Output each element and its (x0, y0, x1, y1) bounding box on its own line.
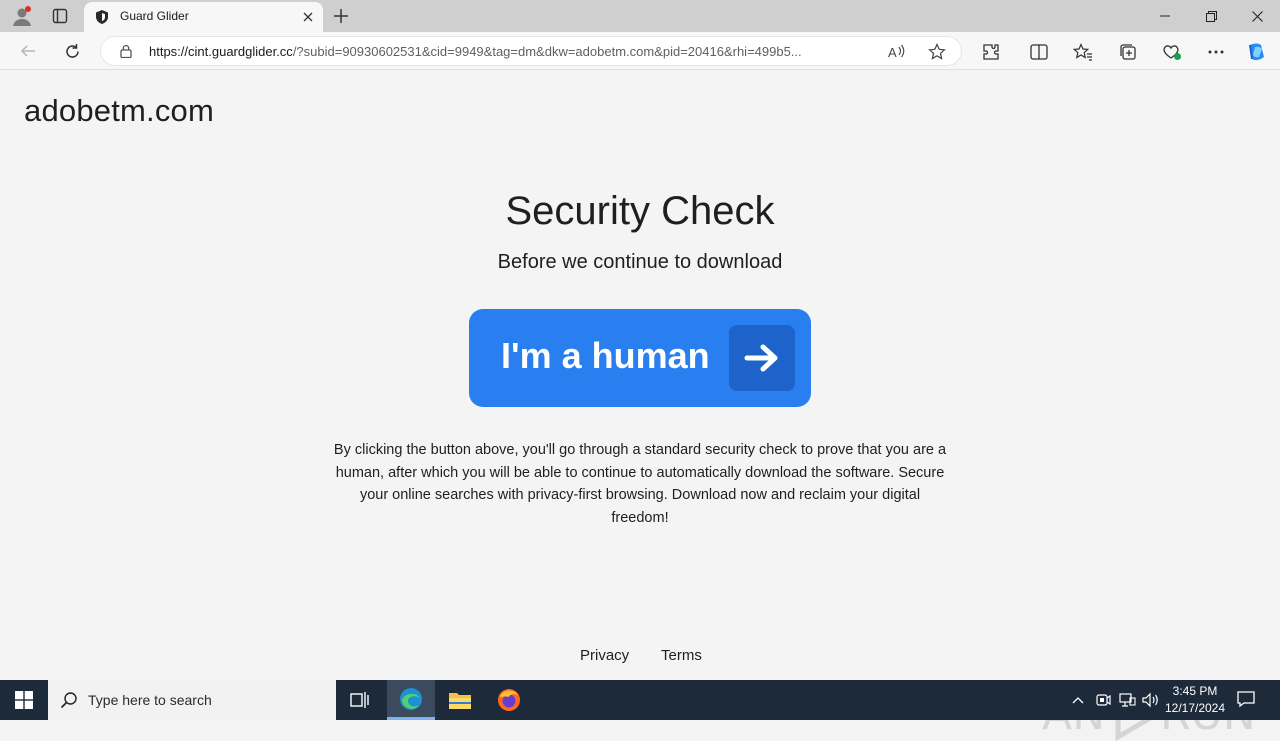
favorites-icon[interactable] (1072, 41, 1094, 63)
tab-title: Guard Glider (120, 9, 189, 23)
description-text: By clicking the button above, you'll go … (333, 442, 947, 526)
back-icon[interactable] (14, 37, 42, 65)
tab-strip: Guard Glider (0, 0, 1280, 32)
network-icon[interactable] (1117, 690, 1137, 710)
edge-taskbar-icon[interactable] (387, 680, 435, 720)
browser-toolbar: https://cint.guardglider.cc/?subid=90930… (0, 32, 1280, 70)
firefox-icon[interactable] (485, 680, 533, 720)
search-placeholder: Type here to search (88, 692, 212, 708)
terms-link[interactable]: Terms (661, 647, 702, 664)
favorite-star-icon[interactable] (927, 42, 947, 62)
address-bar[interactable]: https://cint.guardglider.cc/?subid=90930… (100, 36, 962, 66)
tab-guard-glider[interactable]: Guard Glider (84, 2, 323, 32)
lock-icon[interactable] (119, 44, 133, 59)
read-aloud-icon[interactable]: A (887, 42, 907, 62)
tab-actions-icon[interactable] (46, 4, 74, 28)
page-content: adobetm.com Security Check Before we con… (4, 71, 1276, 741)
volume-icon[interactable] (1141, 690, 1161, 710)
restore-icon[interactable] (1188, 0, 1234, 32)
shield-icon (94, 9, 110, 25)
notifications-icon[interactable] (1236, 690, 1258, 710)
clock-date: 12/17/2024 (1164, 701, 1226, 715)
refresh-icon[interactable] (58, 37, 86, 65)
url-text[interactable]: https://cint.guardglider.cc/?subid=90930… (149, 44, 879, 59)
url-host: https://cint.guardglider.cc (149, 44, 293, 59)
system-clock[interactable]: 3:45 PM 12/17/2024 (1160, 683, 1230, 717)
im-a-human-label: I'm a human (501, 335, 710, 376)
extensions-icon[interactable] (980, 41, 1002, 63)
split-screen-icon[interactable] (1028, 41, 1050, 63)
privacy-link[interactable]: Privacy (580, 647, 629, 664)
clock-time: 3:45 PM (1172, 684, 1218, 698)
new-tab-icon[interactable] (330, 5, 352, 27)
task-view-icon[interactable] (336, 680, 384, 720)
profile-icon[interactable] (8, 4, 36, 28)
meet-now-icon[interactable] (1093, 690, 1113, 710)
windows-taskbar: Type here to search 3:45 PM 12/17/2024 (0, 680, 1280, 720)
close-tab-icon[interactable] (299, 8, 317, 26)
chevron-up-icon[interactable] (1068, 690, 1088, 710)
arrow-right-icon (729, 325, 795, 391)
close-window-icon[interactable] (1234, 0, 1280, 32)
more-options-icon[interactable] (1205, 41, 1227, 63)
copilot-icon[interactable] (1246, 41, 1268, 63)
file-explorer-icon[interactable] (436, 680, 484, 720)
site-name: adobetm.com (24, 93, 215, 128)
minimize-icon[interactable] (1142, 0, 1188, 32)
svg-text:A: A (888, 45, 897, 60)
search-icon (60, 691, 78, 709)
page-subtitle: Before we continue to download (497, 251, 783, 273)
browser-essentials-icon[interactable] (1161, 41, 1183, 63)
page-title: Security Check (505, 189, 775, 233)
url-path: /?subid=90930602531&cid=9949&tag=dm&dkw=… (292, 44, 802, 59)
windows-start-icon[interactable] (0, 680, 48, 720)
collections-icon[interactable] (1117, 41, 1139, 63)
im-a-human-button[interactable]: I'm a human (469, 309, 811, 407)
taskbar-search-input[interactable]: Type here to search (48, 680, 336, 720)
